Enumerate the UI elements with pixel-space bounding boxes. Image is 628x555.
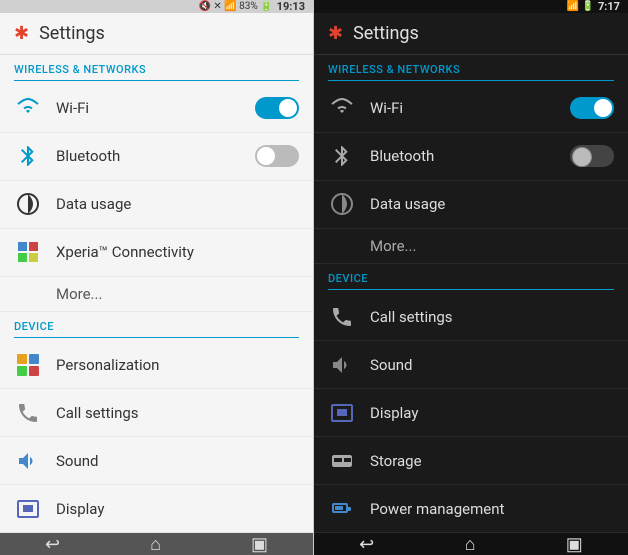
section-device-label-right: DEVICE xyxy=(314,264,628,289)
nav-bar-right: ↩ ⌂ ▣ xyxy=(314,533,628,555)
storage-icon-right xyxy=(328,447,356,475)
nav-bar-left: ↩ ⌂ ▣ xyxy=(0,533,313,555)
call-settings-label-left: Call settings xyxy=(56,404,299,422)
power-mgmt-item-right[interactable]: Power management xyxy=(314,485,628,533)
call-settings-item-right[interactable]: Call settings xyxy=(314,293,628,341)
section-wireless-label-left: WIRELESS & NETWORKS xyxy=(0,55,313,80)
sound-icon-right xyxy=(328,351,356,379)
wifi-icon-left xyxy=(14,94,42,122)
personalization-label-left: Personalization xyxy=(56,356,299,374)
section-divider-right xyxy=(328,80,614,81)
wifi-toggle-left[interactable] xyxy=(255,97,299,119)
wifi-item-left[interactable]: Wi-Fi xyxy=(0,85,313,133)
xperia-label-left: Xperia™ Connectivity xyxy=(56,243,299,261)
bluetooth-icon-left xyxy=(14,142,42,170)
status-bar-right: 📶 🔋 7:17 xyxy=(314,0,628,13)
display-item-left[interactable]: Display xyxy=(0,485,313,533)
wifi-item-right[interactable]: Wi-Fi xyxy=(314,85,628,133)
header-right: ✱ Settings xyxy=(314,13,628,55)
status-icons-left: 🔇 ✕ 📶 83% 🔋 xyxy=(198,1,272,12)
section-divider-left xyxy=(14,80,299,81)
call-settings-label-right: Call settings xyxy=(370,308,614,326)
bluetooth-icon-right xyxy=(328,142,356,170)
data-usage-icon-left xyxy=(14,190,42,218)
wifi-icon-right xyxy=(328,94,356,122)
power-mgmt-label-right: Power management xyxy=(370,500,614,518)
wifi-label-right: Wi-Fi xyxy=(370,99,556,117)
back-button-left[interactable]: ↩ xyxy=(45,534,60,555)
display-label-right: Display xyxy=(370,404,614,422)
section-device-divider-left xyxy=(14,337,299,338)
sound-label-right: Sound xyxy=(370,356,614,374)
section-device-label-left: DEVICE xyxy=(0,312,313,337)
header-left: ✱ Settings xyxy=(0,13,313,55)
settings-wrench-icon-left: ✱ xyxy=(14,23,29,44)
data-usage-label-right: Data usage xyxy=(370,195,614,213)
sound-icon-left xyxy=(14,447,42,475)
bluetooth-item-right[interactable]: Bluetooth xyxy=(314,133,628,181)
display-label-left: Display xyxy=(56,500,299,518)
wifi-toggle-right[interactable] xyxy=(570,97,614,119)
right-panel: 📶 🔋 7:17 ✱ Settings WIRELESS & NETWORKS … xyxy=(314,0,628,555)
left-panel: 🔇 ✕ 📶 83% 🔋 19:13 ✱ Settings WIRELESS & … xyxy=(0,0,314,555)
page-title-left: Settings xyxy=(39,23,105,44)
status-bar-left: 🔇 ✕ 📶 83% 🔋 19:13 xyxy=(0,0,313,13)
bluetooth-toggle-right[interactable] xyxy=(570,145,614,167)
data-usage-item-left[interactable]: Data usage xyxy=(0,181,313,229)
recent-button-right[interactable]: ▣ xyxy=(566,534,583,555)
call-settings-icon-right xyxy=(328,303,356,331)
wifi-label-left: Wi-Fi xyxy=(56,99,241,117)
bluetooth-toggle-left[interactable] xyxy=(255,145,299,167)
storage-item-right[interactable]: Storage xyxy=(314,437,628,485)
bluetooth-item-left[interactable]: Bluetooth xyxy=(0,133,313,181)
settings-wrench-icon-right: ✱ xyxy=(328,23,343,44)
status-icons-right: 📶 🔋 xyxy=(567,1,594,12)
sound-item-left[interactable]: Sound xyxy=(0,437,313,485)
display-icon-right xyxy=(328,399,356,427)
display-item-right[interactable]: Display xyxy=(314,389,628,437)
personalization-item-left[interactable]: Personalization xyxy=(0,341,313,389)
time-right: 7:17 xyxy=(598,0,620,13)
display-icon-left xyxy=(14,495,42,523)
xperia-icon-left xyxy=(14,238,42,266)
more-item-right[interactable]: More... xyxy=(314,229,628,264)
data-usage-icon-right xyxy=(328,190,356,218)
sound-label-left: Sound xyxy=(56,452,299,470)
page-title-right: Settings xyxy=(353,23,419,44)
bluetooth-label-left: Bluetooth xyxy=(56,147,241,165)
bluetooth-label-right: Bluetooth xyxy=(370,147,556,165)
home-button-left[interactable]: ⌂ xyxy=(150,534,161,555)
section-device-divider-right xyxy=(328,289,614,290)
data-usage-item-right[interactable]: Data usage xyxy=(314,181,628,229)
storage-label-right: Storage xyxy=(370,452,614,470)
call-settings-icon-left xyxy=(14,399,42,427)
call-settings-item-left[interactable]: Call settings xyxy=(0,389,313,437)
back-button-right[interactable]: ↩ xyxy=(359,534,374,555)
data-usage-label-left: Data usage xyxy=(56,195,299,213)
sound-item-right[interactable]: Sound xyxy=(314,341,628,389)
home-button-right[interactable]: ⌂ xyxy=(465,534,476,555)
personalization-icon-left xyxy=(14,351,42,379)
xperia-item-left[interactable]: Xperia™ Connectivity xyxy=(0,229,313,277)
section-wireless-label-right: WIRELESS & NETWORKS xyxy=(314,55,628,80)
time-left: 19:13 xyxy=(277,0,305,13)
recent-button-left[interactable]: ▣ xyxy=(251,534,268,555)
more-item-left[interactable]: More... xyxy=(0,277,313,312)
power-mgmt-icon-right xyxy=(328,495,356,523)
